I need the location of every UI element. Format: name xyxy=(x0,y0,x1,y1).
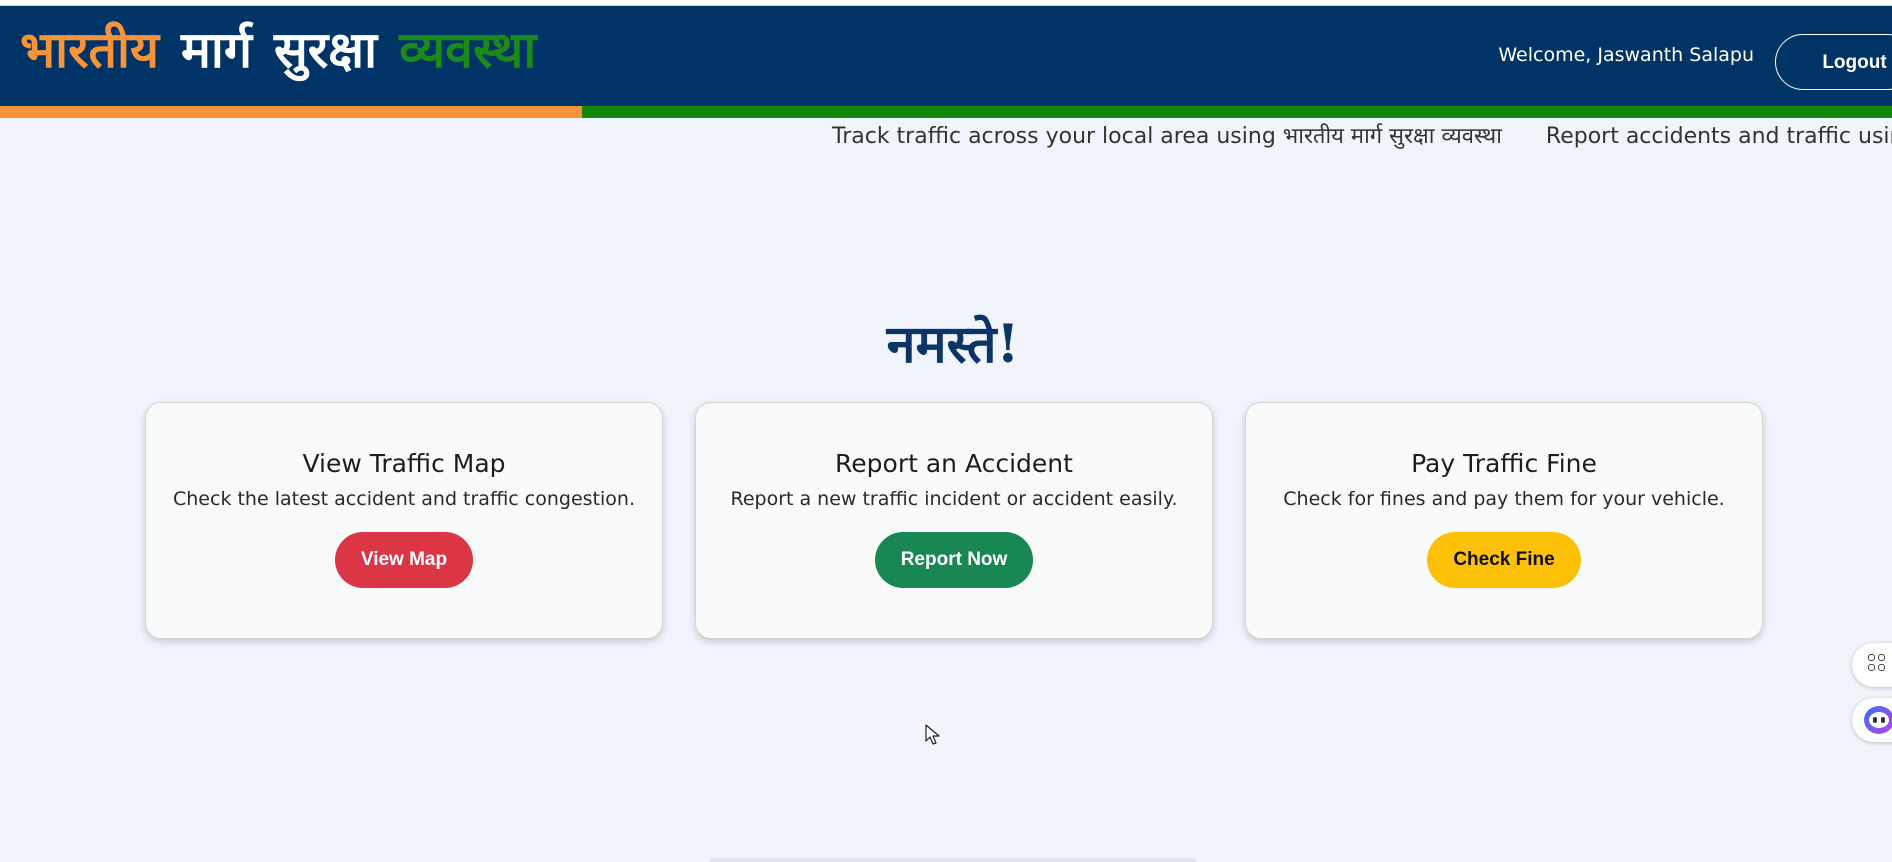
mouse-cursor-icon xyxy=(925,724,940,745)
logout-button[interactable]: Logout xyxy=(1775,34,1892,90)
apps-widget-button[interactable] xyxy=(1852,643,1892,687)
scroll-edge-indicator xyxy=(710,858,1196,862)
brand-logo[interactable]: भारतीय मार्ग सुरक्षा व्यवस्था xyxy=(20,20,558,80)
view-map-button[interactable]: View Map xyxy=(334,532,474,588)
card-view-traffic-map: View Traffic Map Check the latest accide… xyxy=(145,402,663,639)
check-fine-button[interactable]: Check Fine xyxy=(1427,532,1581,588)
assistant-widget-button[interactable] xyxy=(1852,698,1892,742)
card-report-accident: Report an Accident Report a new traffic … xyxy=(695,402,1213,639)
card-description: Report a new traffic incident or acciden… xyxy=(730,488,1178,510)
ticker-message: Track traffic across your local area usi… xyxy=(832,124,1502,149)
tricolor-bar xyxy=(0,106,1892,118)
site-header: भारतीय मार्ग सुरक्षा व्यवस्था Welcome, Jasw… xyxy=(0,6,1892,106)
news-ticker: Track traffic across your local area usi… xyxy=(0,120,1892,154)
welcome-message: Welcome, Jaswanth Salapu xyxy=(1498,44,1754,66)
report-now-button[interactable]: Report Now xyxy=(874,532,1034,588)
greeting-heading: नमस्ते! xyxy=(886,313,1020,375)
green-stripe xyxy=(582,106,1892,118)
card-title: View Traffic Map xyxy=(302,449,506,478)
ticker-message: Report accidents and traffic using भारती… xyxy=(1545,124,1892,149)
assistant-bot-icon xyxy=(1864,706,1892,734)
card-title: Pay Traffic Fine xyxy=(1411,449,1597,478)
apps-grid-icon xyxy=(1868,654,1890,676)
ticker-track: Track traffic across your local area usi… xyxy=(832,120,1892,154)
card-description: Check for fines and pay them for your ve… xyxy=(1283,488,1725,510)
brand-word-marg: मार्ग xyxy=(181,20,252,79)
brand-word-vyavastha: व्यवस्था xyxy=(399,20,537,79)
saffron-stripe xyxy=(0,106,582,118)
card-title: Report an Accident xyxy=(835,449,1073,478)
card-pay-traffic-fine: Pay Traffic Fine Check for fines and pay… xyxy=(1245,402,1763,639)
brand-word-suraksha: सुरक्षा xyxy=(274,20,378,79)
card-description: Check the latest accident and traffic co… xyxy=(173,488,635,510)
brand-word-bharatiya: भारतीय xyxy=(20,20,159,79)
